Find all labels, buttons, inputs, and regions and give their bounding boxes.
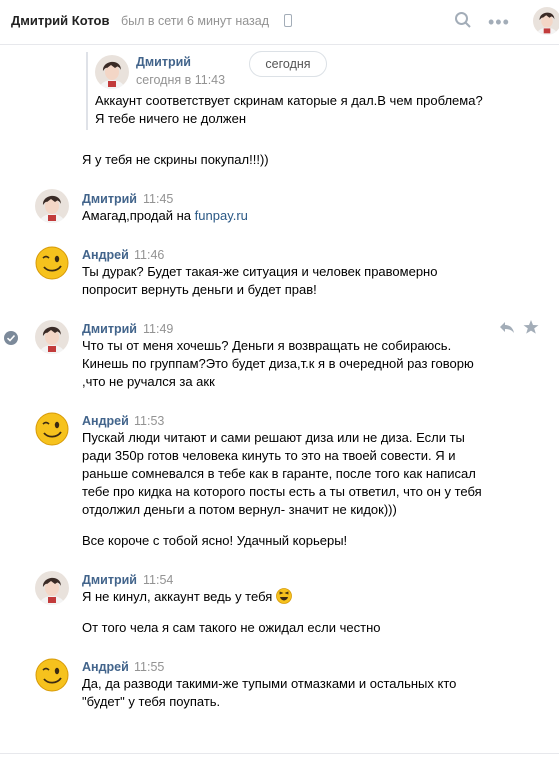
more-icon[interactable]: ••• <box>488 13 510 31</box>
avatar[interactable] <box>35 571 69 605</box>
avatar[interactable] <box>35 189 69 223</box>
message-author[interactable]: Андрей <box>82 248 129 262</box>
message-text: ,что не ручался за акк <box>82 374 215 389</box>
message-time[interactable]: 11:49 <box>143 322 173 336</box>
message-author[interactable]: Андрей <box>82 660 129 674</box>
message-text: Амагад,продай на <box>82 208 195 223</box>
message-text: Я не кинул, аккаунт ведь у тебя <box>82 589 273 604</box>
message-line: Амагад,продай на funpay.ru <box>82 207 248 225</box>
message-time[interactable]: 11:53 <box>134 414 164 428</box>
forward-bar <box>86 52 88 130</box>
message-time[interactable]: 11:55 <box>134 660 164 674</box>
search-icon[interactable] <box>454 11 472 29</box>
laughing-emoji-icon <box>276 588 292 604</box>
message-text: тебе про кидка на которого посты есть а … <box>82 484 482 499</box>
message-text: попросит вернуть деньги и будет прав! <box>82 282 317 297</box>
message-text: Я тебе ничего не должен <box>95 111 247 126</box>
message-text: Все короче с тобой ясно! Удачный корьеры… <box>82 533 348 548</box>
check-icon[interactable] <box>4 331 18 345</box>
message-author[interactable]: Андрей <box>82 414 129 428</box>
avatar[interactable] <box>95 55 129 89</box>
message-time[interactable]: 11:54 <box>143 573 173 587</box>
message-link[interactable]: funpay.ru <box>195 208 248 223</box>
phone-icon <box>284 14 292 27</box>
avatar[interactable] <box>35 246 69 280</box>
message-text: Аккаунт соответствует скринам каторые я … <box>95 93 483 108</box>
message-text: Что ты от меня хочешь? Деньги я возвраща… <box>82 338 452 353</box>
message-text: отдолжил деньги а потом вернул- значит н… <box>82 502 397 517</box>
message-author[interactable]: Дмитрий <box>136 55 191 69</box>
message-author[interactable]: Дмитрий <box>82 573 137 587</box>
avatar[interactable] <box>35 412 69 446</box>
message-time[interactable]: сегодня в 11:43 <box>136 73 225 87</box>
message-time[interactable]: 11:45 <box>143 192 173 206</box>
message-text: Кинешь по группам?Это будет диза,т.к я в… <box>82 356 474 371</box>
avatar[interactable] <box>35 320 69 354</box>
message-text: Я у тебя не скрины покупал!!!)) <box>82 152 269 167</box>
date-badge: сегодня <box>249 51 327 77</box>
message-text: Да, да разводи такими-же тупыми отмазкам… <box>82 676 457 691</box>
avatar[interactable] <box>35 658 69 692</box>
message-text: раньше сомневался в тебе как в гаранте, … <box>82 466 476 481</box>
contact-name[interactable]: Дмитрий Котов <box>11 13 109 28</box>
reply-icon[interactable] <box>499 320 515 334</box>
header-avatar[interactable] <box>533 7 559 35</box>
star-icon[interactable] <box>523 320 539 334</box>
message-line: Я не кинул, аккаунт ведь у тебя <box>82 588 292 606</box>
message-author[interactable]: Дмитрий <box>82 322 137 336</box>
chat-header: Дмитрий Котов был в сети 6 минут назад •… <box>0 0 559 45</box>
message-time[interactable]: 11:46 <box>134 248 164 262</box>
online-status: был в сети 6 минут назад <box>121 14 270 28</box>
message-text: ради 350р готов человека кинуть то это н… <box>82 448 456 463</box>
divider <box>0 753 559 754</box>
message-text: Ты дурак? Будет такая-же ситуация и чело… <box>82 264 438 279</box>
message-text: Пускай люди читают и сами решают диза ил… <box>82 430 465 445</box>
message-author[interactable]: Дмитрий <box>82 192 137 206</box>
message-text: "будет" у тебя поупать. <box>82 694 221 709</box>
message-text: От того чела я сам такого не ожидал если… <box>82 620 381 635</box>
